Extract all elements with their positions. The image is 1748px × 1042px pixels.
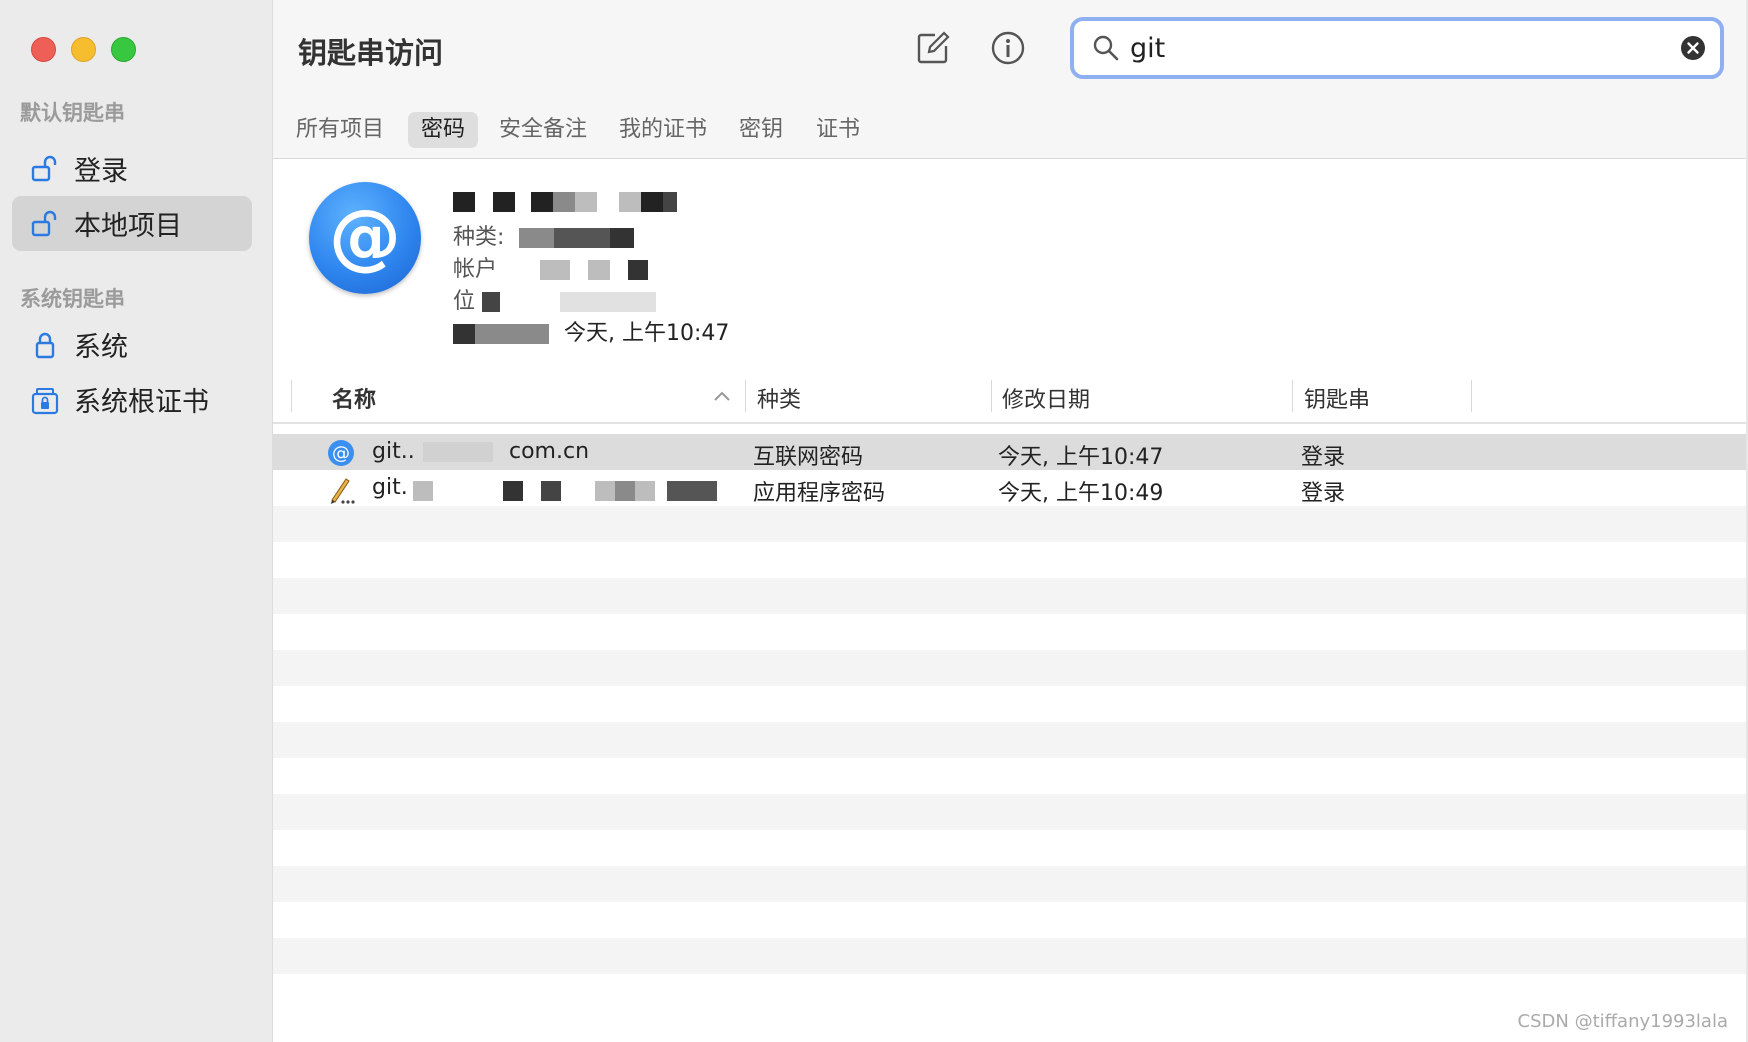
detail-item-name [453,189,677,214]
sidebar-item-login[interactable]: 登录 [12,141,252,196]
table-header: 名称 种类 修改日期 钥匙串 [273,374,1748,424]
search-icon [1092,34,1120,62]
redacted-block [519,228,555,248]
redacted-block [453,192,475,212]
sidebar: 默认钥匙串 登录 本地项目 系统钥匙串 系统 系统根证书 [0,0,273,1042]
redacted-block [493,192,515,212]
detail-where-label: 位 [453,289,476,314]
tab-passwords[interactable]: 密码 [408,112,479,148]
empty-row [273,794,1748,830]
sidebar-section-default-keychains: 默认钥匙串 [20,101,125,125]
svg-text:@: @ [332,443,350,464]
sidebar-section-system-keychains: 系统钥匙串 [20,287,125,311]
empty-row [273,506,1748,542]
clear-icon[interactable] [1680,35,1706,61]
sidebar-item-system[interactable]: 系统 [12,317,252,372]
unlocked-padlock-icon [30,154,60,184]
detail-account-row: 帐户 [453,251,649,283]
pencil-key-icon [327,475,355,504]
table-row[interactable]: @ git.. com.cn 互联网密码 今天, 上午10:47 登录 [273,434,1748,470]
redacted-block [540,260,571,280]
row-name-end: com.cn [509,439,590,464]
row-keychain: 登录 [1301,481,1346,506]
sidebar-item-label: 登录 [74,156,128,187]
detail-where-row: 位 [453,283,657,315]
tab-secure-notes[interactable]: 安全备注 [486,112,600,148]
empty-row [273,686,1748,722]
row-modified: 今天, 上午10:49 [998,481,1164,506]
empty-row [273,938,1748,974]
minimize-window-button[interactable] [71,37,96,62]
column-header-kind[interactable]: 种类 [757,382,801,414]
column-header-modified[interactable]: 修改日期 [1002,382,1090,414]
empty-row [273,542,1748,578]
empty-row [273,902,1748,938]
redacted-block [413,478,717,503]
tab-certificates[interactable]: 证书 [803,112,873,148]
sidebar-item-label: 本地项目 [74,211,182,242]
sidebar-item-label: 系统根证书 [74,387,209,418]
empty-row [273,830,1748,866]
table-row[interactable]: git. 应用程序密码 今天, 上午10:49 登录 [273,470,1748,506]
sidebar-item-label: 系统 [74,332,128,363]
redacted-block [423,439,493,464]
category-tabs: 所有项目 密码 安全备注 我的证书 密钥 证书 [273,102,1748,159]
row-kind: 应用程序密码 [753,481,886,506]
row-modified: 今天, 上午10:47 [998,445,1164,470]
info-icon[interactable] [988,28,1028,68]
watermark: CSDN @tiffany1993lala [1517,1011,1728,1032]
item-details-panel: @ 种类: 帐户 位 今天, 上午10:47 [273,159,1748,359]
empty-row [273,722,1748,758]
at-sign-icon: @ [327,439,355,467]
empty-row [273,974,1748,1010]
tab-my-certificates[interactable]: 我的证书 [606,112,720,148]
window-controls [31,37,136,62]
empty-row [273,866,1748,902]
detail-account-label: 帐户 [453,257,498,282]
row-name-start: git.. [372,439,415,464]
empty-row [273,650,1748,686]
row-keychain: 登录 [1301,445,1346,470]
window-title: 钥匙串访问 [298,36,444,70]
padlock-icon [30,330,60,360]
detail-modified-row: 今天, 上午10:47 [453,315,729,347]
column-header-keychain[interactable]: 钥匙串 [1304,382,1370,414]
empty-row [273,614,1748,650]
redacted-block [482,292,501,312]
row-name-start: git. [372,475,408,500]
close-window-button[interactable] [31,37,56,62]
keychain-access-window: 默认钥匙串 登录 本地项目 系统钥匙串 系统 系统根证书 钥匙串访问 git 所… [0,0,1748,1042]
detail-kind-label: 种类: [453,225,505,250]
search-input[interactable] [1130,32,1650,64]
toolbar: 钥匙串访问 [273,0,1748,103]
detail-modified-value: 今天, 上午10:47 [564,321,730,346]
at-sign-icon: @ [309,182,421,294]
row-kind: 互联网密码 [753,445,864,470]
detail-kind-row: 种类: [453,219,635,251]
sort-ascending-icon[interactable] [713,388,731,407]
tab-keys[interactable]: 密钥 [726,112,796,148]
zoom-window-button[interactable] [111,37,136,62]
compose-icon[interactable] [913,28,953,68]
search-field[interactable] [1070,17,1724,79]
cabinet-lock-icon [30,385,60,415]
items-table: @ git.. com.cn 互联网密码 今天, 上午10:47 登录 git.… [273,434,1748,1042]
unlocked-padlock-icon [30,209,60,239]
empty-row [273,758,1748,794]
redacted-block [453,324,475,344]
empty-row [273,578,1748,614]
sidebar-item-system-roots[interactable]: 系统根证书 [12,372,252,427]
column-header-name[interactable]: 名称 [332,382,376,414]
sidebar-item-local-items[interactable]: 本地项目 [12,196,252,251]
tab-all-items[interactable]: 所有项目 [283,112,397,148]
